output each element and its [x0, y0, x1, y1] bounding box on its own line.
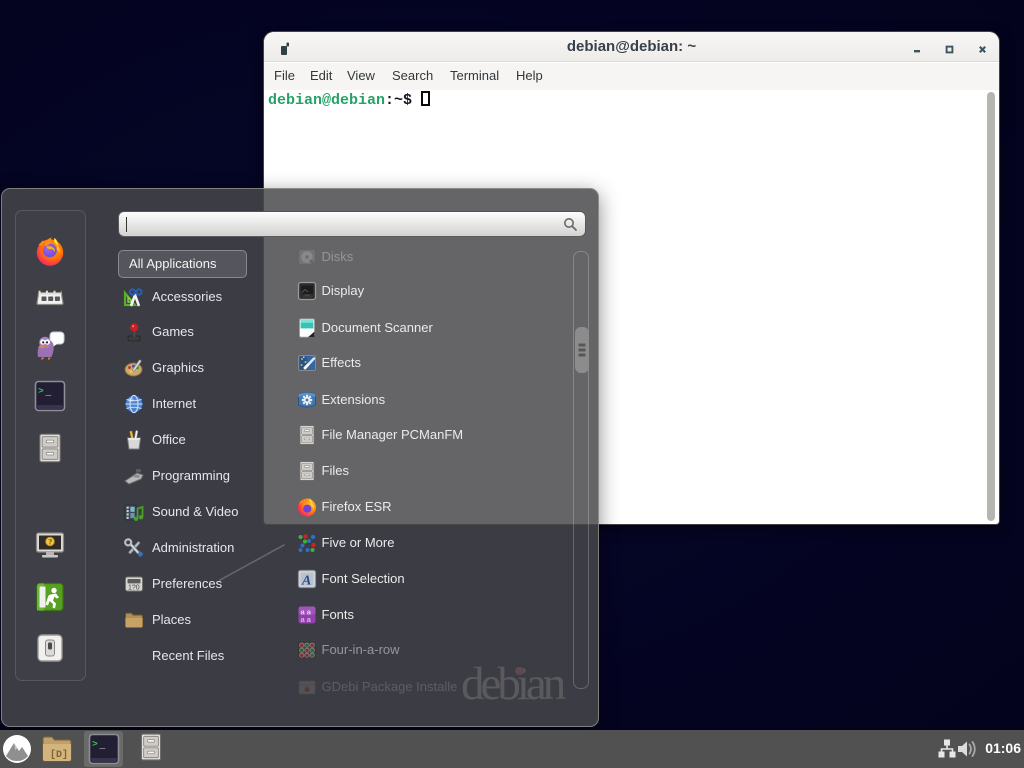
svg-text:A: A: [301, 574, 311, 589]
svg-text:a a: a a: [301, 615, 312, 624]
svg-text:_: _: [45, 387, 52, 398]
svg-text:1?0: 1?0: [128, 585, 140, 592]
svg-text:[D]: [D]: [50, 749, 68, 761]
svg-text:>: >: [38, 385, 44, 396]
svg-text:?: ?: [48, 538, 52, 547]
svg-text:_: _: [99, 740, 106, 751]
svg-text:>: >: [92, 738, 98, 749]
